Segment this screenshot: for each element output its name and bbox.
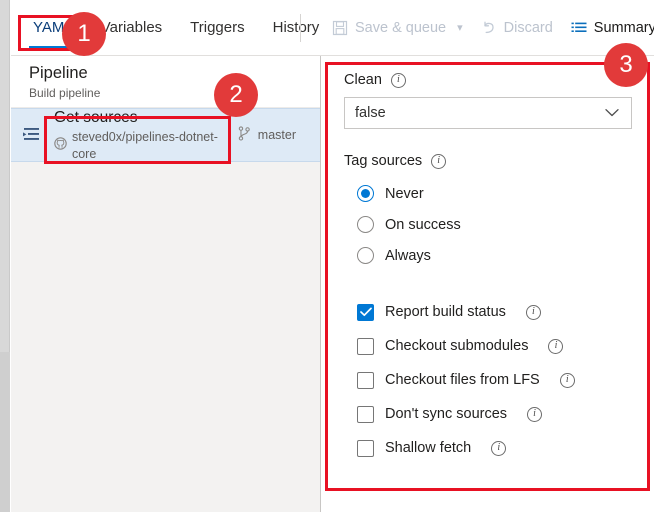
radio-on-success-label: On success [385,217,461,233]
task-details: Get sources steved0x/pipelines-dotnet-co… [54,108,238,163]
checkbox-dont-sync-sources[interactable]: Don't sync sources i [344,397,632,431]
undo-icon [481,20,497,36]
pipeline-title: Pipeline [29,63,320,84]
checkout-files-from-lfs-info-icon[interactable]: i [560,373,575,388]
get-sources-task-row[interactable]: Get sources steved0x/pipelines-dotnet-co… [11,108,320,162]
discard-label: Discard [504,20,553,36]
checkbox-shallow-fetch[interactable]: Shallow fetch i [344,431,632,465]
radio-icon [357,185,374,202]
pipeline-subtitle: Build pipeline [29,85,320,101]
task-lines-icon [11,126,54,144]
checkout-submodules-info-icon[interactable]: i [548,339,563,354]
report-build-status-info-icon[interactable]: i [526,305,541,320]
clean-info-icon[interactable]: i [391,73,406,88]
toolbar-divider [300,14,301,42]
task-branch-label: master [258,128,296,142]
checkbox-dont-sync-sources-label: Don't sync sources [385,406,507,422]
tag-sources-field-label: Tag sources i [344,153,632,169]
task-repo: steved0x/pipelines-dotnet-core [54,129,238,163]
task-repo-label: steved0x/pipelines-dotnet-core [72,129,238,163]
checkbox-checkout-files-from-lfs[interactable]: Checkout files from LFS i [344,363,632,397]
checkbox-icon [357,304,374,321]
task-title: Get sources [54,108,238,128]
summary-button[interactable]: Summary [562,0,654,55]
shallow-fetch-info-icon[interactable]: i [491,441,506,456]
checkbox-checkout-submodules[interactable]: Checkout submodules i [344,329,632,363]
checkbox-report-build-status[interactable]: Report build status i [344,295,632,329]
tab-triggers[interactable]: Triggers [176,0,258,55]
radio-on-success[interactable]: On success [344,209,632,240]
editor-tabs: YAML Variables Triggers History [19,0,333,55]
radio-always-label: Always [385,248,431,264]
source-options-checkbox-group: Report build status i Checkout submodule… [344,295,632,465]
summary-list-icon [571,20,587,36]
summary-label: Summary [594,20,654,36]
chevron-down-icon[interactable]: ▾ [457,21,463,34]
tab-variables-label: Variables [101,19,162,36]
radio-always[interactable]: Always [344,240,632,271]
azure-pipelines-editor: YAML Variables Triggers History [0,0,654,512]
checkbox-report-build-status-label: Report build status [385,304,506,320]
save-icon [332,20,348,36]
save-and-queue-label: Save & queue [355,20,446,36]
dont-sync-sources-info-icon[interactable]: i [527,407,542,422]
discard-button[interactable]: Discard [472,0,562,55]
task-branch: master [238,126,320,144]
pipeline-tasks-panel: Pipeline Build pipeline Get sources [11,56,321,512]
tab-variables[interactable]: Variables [87,0,176,55]
radio-icon [357,216,374,233]
chevron-down-icon [605,106,619,121]
checkbox-checkout-files-from-lfs-label: Checkout files from LFS [385,372,540,388]
save-and-queue-button[interactable]: Save & queue ▾ [323,0,472,55]
radio-never-label: Never [385,186,424,202]
branch-icon [238,126,251,144]
left-edge-gutter-lower [0,352,10,512]
tag-sources-label: Tag sources [344,153,422,169]
toolbar-commands: Save & queue ▾ Discard [323,0,654,55]
radio-icon [357,247,374,264]
checkbox-icon [357,440,374,457]
checkbox-icon [357,338,374,355]
github-icon [54,137,67,155]
clean-select-value: false [355,105,386,121]
checkbox-shallow-fetch-label: Shallow fetch [385,440,471,456]
tab-triggers-label: Triggers [190,19,244,36]
clean-select[interactable]: false [344,97,632,129]
sources-settings-panel: Clean i false Tag sources i Never O [322,56,654,512]
check-mark-icon [360,307,372,317]
tab-history-label: History [273,19,320,36]
clean-field-label: Clean i [344,72,632,88]
top-command-bar: YAML Variables Triggers History [11,0,654,56]
tag-sources-info-icon[interactable]: i [431,154,446,169]
checkbox-icon [357,406,374,423]
checkbox-icon [357,372,374,389]
clean-label: Clean [344,72,382,88]
checkbox-checkout-submodules-label: Checkout submodules [385,338,528,354]
tab-yaml[interactable]: YAML [19,0,87,55]
radio-never[interactable]: Never [344,178,632,209]
pipeline-header[interactable]: Pipeline Build pipeline [11,56,320,108]
tab-yaml-label: YAML [33,19,73,36]
tag-sources-radio-group: Never On success Always [344,178,632,271]
